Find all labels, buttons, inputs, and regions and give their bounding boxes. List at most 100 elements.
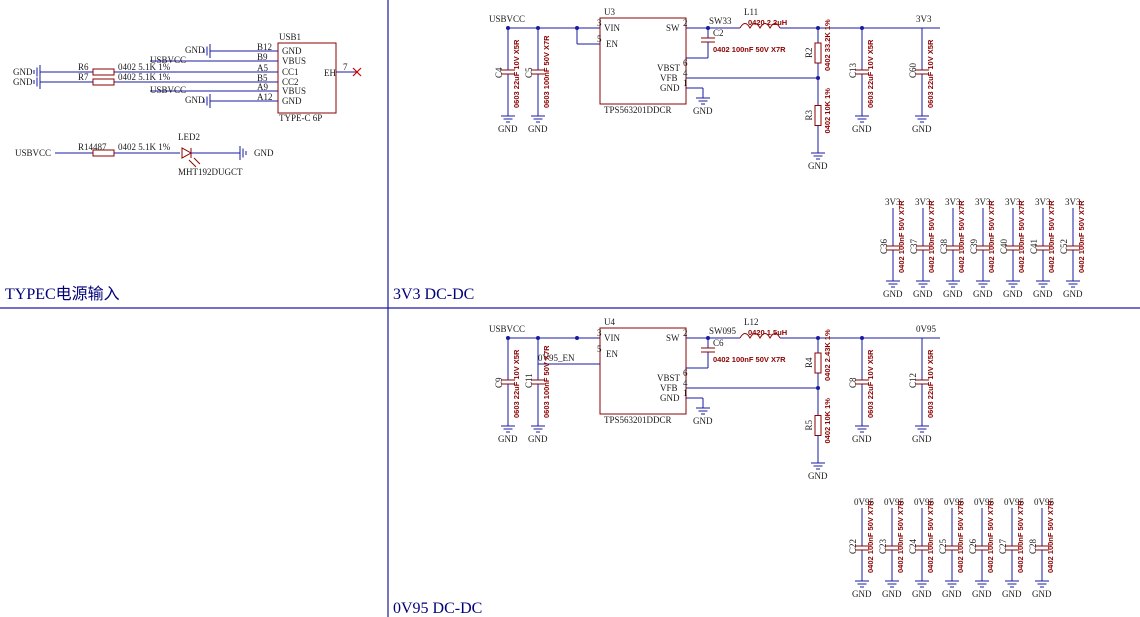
pin-en: EN [606,39,618,49]
res-value: 0402 10K 1% [823,88,832,134]
gnd-label: GND [852,124,872,134]
gnd-label: GND [883,289,903,299]
cap-ref: C26 [968,538,978,554]
gnd-label: GND [498,434,518,444]
boot-cap-ref: C6 [713,338,724,348]
pin-en: EN [606,349,618,359]
usb-ref: USB1 [279,32,301,42]
pin-vin: VIN [604,333,620,343]
cap-value: 0603 22uF 10V X5R [926,39,935,108]
usb-a12-net: GND [185,95,205,105]
cap-value: 0402 100nF 50V X7R [957,200,966,273]
gnd-label: GND [852,434,872,444]
r7-value: 0402 5.1K 1% [118,72,171,82]
pin-gnd: GND [660,83,680,93]
cap-value: 0402 100nF 50V X7R [1017,200,1026,273]
cap-ref: C12 [908,373,918,388]
r7-ground-icon [33,75,41,89]
res-ref: R3 [804,109,814,120]
cap-ref: C13 [848,62,858,78]
cap-ground: GND [972,580,992,599]
feedback-res-bottom: R3 0402 10K 1% [804,78,832,153]
section-title-0v95: 0V95 DC-DC [393,600,482,617]
pin-num: 1 [683,388,688,398]
ic-ground: GND [693,97,713,116]
r7-ref: R7 [78,72,89,82]
cap-ref: C60 [908,62,918,78]
pin-num: 3 [597,328,602,338]
pin-sw: SW [666,23,680,33]
cap-ref: C38 [939,238,949,254]
cap-value: 0402 100nF 50V X7R [1016,500,1025,573]
usb-eh-label: EH [324,68,336,78]
cap-ref: C39 [969,238,979,254]
pin-num: 5 [597,344,602,354]
cap-ground: GND [852,580,872,599]
inductor-ref: L12 [744,317,759,327]
cap-value: 0603 22uF 10V X5R [866,39,875,108]
pin-vin: VIN [604,23,620,33]
inductor-value: 0420 2.2uH [748,18,787,27]
cap-value: 0402 100nF 50V X7R [926,500,935,573]
ic-ground: GND [693,407,713,426]
pin-vbst: VBST [657,373,681,383]
gnd-label: GND [1063,289,1083,299]
boot-cap-value: 0402 100nF 50V X7R [713,45,786,54]
gnd-label: GND [1003,289,1023,299]
gnd-label: GND [808,161,828,171]
cap-ground: GND [528,425,548,444]
cap-ref: C4 [494,67,504,78]
cap-value: 0402 100nF 50V X7R [1046,500,1055,573]
output-cap-1: C8 0603 22uF 10V X5R GND [848,338,875,444]
cap-value: 0402 100nF 50V X7R [1047,200,1056,273]
cap-ground: GND [882,580,902,599]
reg-input-net: USBVCC [489,324,525,334]
led-diode-symbol [181,147,193,159]
usb-b12-net: GND [185,45,205,55]
cap-value: 0603 100nF 50V X7R [542,345,551,418]
feedback-res-bottom: R5 0402 10K 1% [804,388,832,463]
led-circuit: USBVCC R14487 0402 5.1K 1% LED2 MHT192DU… [15,132,274,177]
cap-value: 0402 100nF 50V X7R [897,200,906,273]
cap-value: 0402 100nF 50V X7R [866,500,875,573]
gnd-label: GND [972,589,992,599]
gnd-label: GND [942,589,962,599]
inductor-ref: L11 [744,7,758,17]
pin-num: 5 [597,34,602,44]
section-title-typec: TYPEC电源输入 [5,285,120,303]
cap-ref: C5 [524,67,534,78]
cap-ground: GND [913,280,933,299]
input-cap-bulk: C9 0603 22uF 10V X5R GND [494,338,521,444]
pin-vfb: VFB [660,73,678,83]
gnd-label: GND [912,589,932,599]
sw-net: SW33 [709,16,732,26]
cap-ground: GND [498,115,518,134]
gnd-label: GND [1033,289,1053,299]
pin-num: 6 [683,368,688,378]
pin-gnd: GND [660,393,680,403]
usb-pin-name: VBUS [282,86,306,96]
cap-ground: GND [883,280,903,299]
output-net: 0V95 [916,324,936,334]
cap-ref: C40 [999,238,1009,254]
boot-cap-value: 0402 100nF 50V X7R [713,355,786,364]
usb-b12-ground-icon [203,44,211,58]
fb-ground: GND [808,462,828,481]
reg-input-net: USBVCC [489,14,525,24]
gnd-label: GND [693,416,713,426]
output-net: 3V3 [916,14,932,24]
cap-ground: GND [498,425,518,444]
pin-num: 2 [683,328,688,338]
cap-value: 0603 22uF 10V X5R [512,349,521,418]
cap-ref: C52 [1059,239,1069,254]
gnd-label: GND [693,106,713,116]
cap-ground: GND [1003,280,1023,299]
pin-num: 2 [683,18,688,28]
cap-ground: GND [912,115,932,134]
res-ref: R5 [804,419,814,430]
cap-ground: GND [1002,580,1022,599]
r6-value: 0402 5.1K 1% [118,62,171,72]
led-ref: LED2 [178,132,200,142]
reg-ref: U4 [604,317,615,327]
cap-ref: C23 [878,538,888,554]
